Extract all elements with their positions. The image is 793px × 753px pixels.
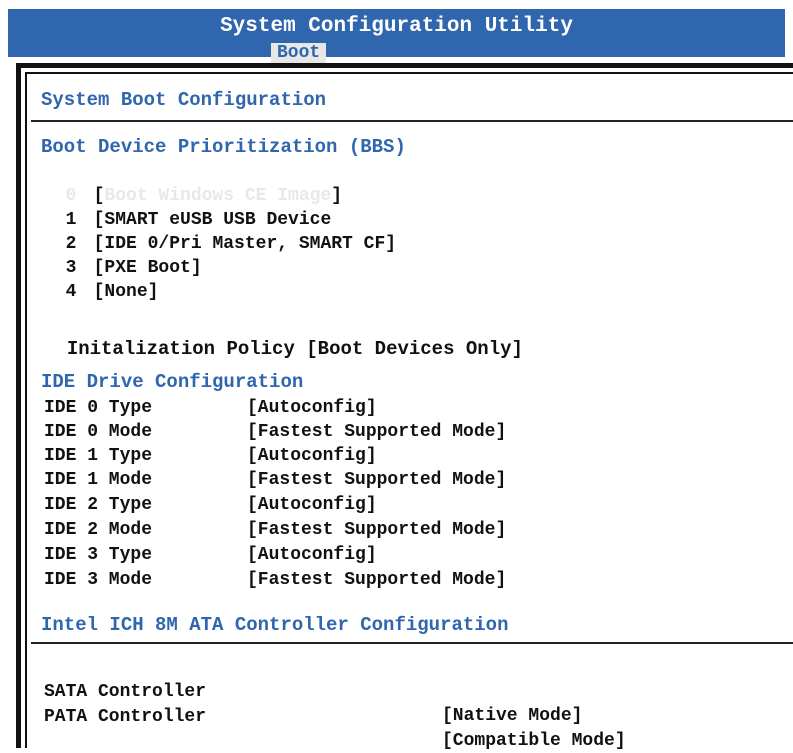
boot-priority-title: Boot Device Prioritization (BBS)	[41, 136, 406, 158]
bracket-close: ]	[331, 186, 343, 206]
controller-label: PATA Controller	[44, 707, 207, 727]
ide-setting-label: IDE 0 Type	[44, 398, 153, 418]
ide-row[interactable]: IDE 1 Type [Autoconfig]	[44, 444, 377, 468]
ide-row[interactable]: IDE 3 Mode [Fastest Supported Mode]	[44, 568, 506, 592]
section-divider	[31, 642, 793, 644]
boot-device-index: 4	[65, 282, 77, 302]
tab-boot[interactable]: Boot	[271, 43, 327, 63]
ide-row[interactable]: IDE 2 Type [Autoconfig]	[44, 493, 377, 517]
section-divider	[31, 120, 793, 122]
ide-row[interactable]: IDE 0 Mode [Fastest Supported Mode]	[44, 420, 506, 444]
ide-setting-value[interactable]: [Fastest Supported Mode]	[247, 422, 506, 442]
ide-setting-value[interactable]: [Fastest Supported Mode]	[247, 570, 506, 590]
bracket-close: ]	[147, 282, 159, 302]
ide-setting-value[interactable]: [Autoconfig]	[247, 545, 377, 565]
ide-setting-label: IDE 2 Type	[44, 495, 153, 515]
ide-setting-value[interactable]: [Autoconfig]	[247, 398, 377, 418]
ide-row[interactable]: IDE 3 Type [Autoconfig]	[44, 543, 377, 567]
ide-setting-label: IDE 3 Mode	[44, 570, 153, 590]
pata-controller-row[interactable]: PATA Controller [Compatible Mode]	[44, 681, 784, 751]
init-policy-row[interactable]: Initalization Policy [Boot Devices Only]	[44, 313, 523, 361]
ide-setting-value[interactable]: [Autoconfig]	[247, 495, 377, 515]
ata-controller-title: Intel ICH 8M ATA Controller Configuratio…	[41, 614, 509, 636]
ide-row[interactable]: IDE 2 Mode [Fastest Supported Mode]	[44, 518, 506, 542]
init-policy-value[interactable]: [Boot Devices Only]	[306, 338, 523, 360]
ide-setting-value[interactable]: [Autoconfig]	[247, 446, 377, 466]
system-boot-title: System Boot Configuration	[41, 89, 327, 111]
ide-setting-label: IDE 2 Mode	[44, 520, 153, 540]
ide-setting-value[interactable]: [Fastest Supported Mode]	[247, 520, 506, 540]
ide-setting-label: IDE 1 Type	[44, 446, 153, 466]
ide-setting-label: IDE 1 Mode	[44, 470, 153, 490]
bracket-close: ]	[385, 234, 397, 254]
ide-setting-label: IDE 0 Mode	[44, 422, 153, 442]
ide-setting-label: IDE 3 Type	[44, 545, 153, 565]
boot-device-row-4[interactable]: 4 [None]	[44, 256, 159, 304]
controller-value[interactable]: [Compatible Mode]	[442, 729, 626, 753]
bracket-close: ]	[190, 258, 202, 278]
ide-row[interactable]: IDE 1 Mode [Fastest Supported Mode]	[44, 468, 506, 492]
init-policy-label: Initalization Policy	[66, 338, 295, 360]
sata-controller-row[interactable]: SATA Controller [Native Mode]	[44, 656, 784, 726]
ide-row[interactable]: IDE 0 Type [Autoconfig]	[44, 396, 377, 420]
ide-setting-value[interactable]: [Fastest Supported Mode]	[247, 470, 506, 490]
bracket-open: [	[93, 282, 105, 302]
ide-config-title: IDE Drive Configuration	[41, 371, 304, 393]
controller-value[interactable]: [Native Mode]	[442, 704, 582, 728]
boot-device-label: None	[104, 282, 148, 302]
title-bar: System Configuration Utility Boot	[8, 9, 785, 63]
app-title: System Configuration Utility	[220, 15, 573, 38]
